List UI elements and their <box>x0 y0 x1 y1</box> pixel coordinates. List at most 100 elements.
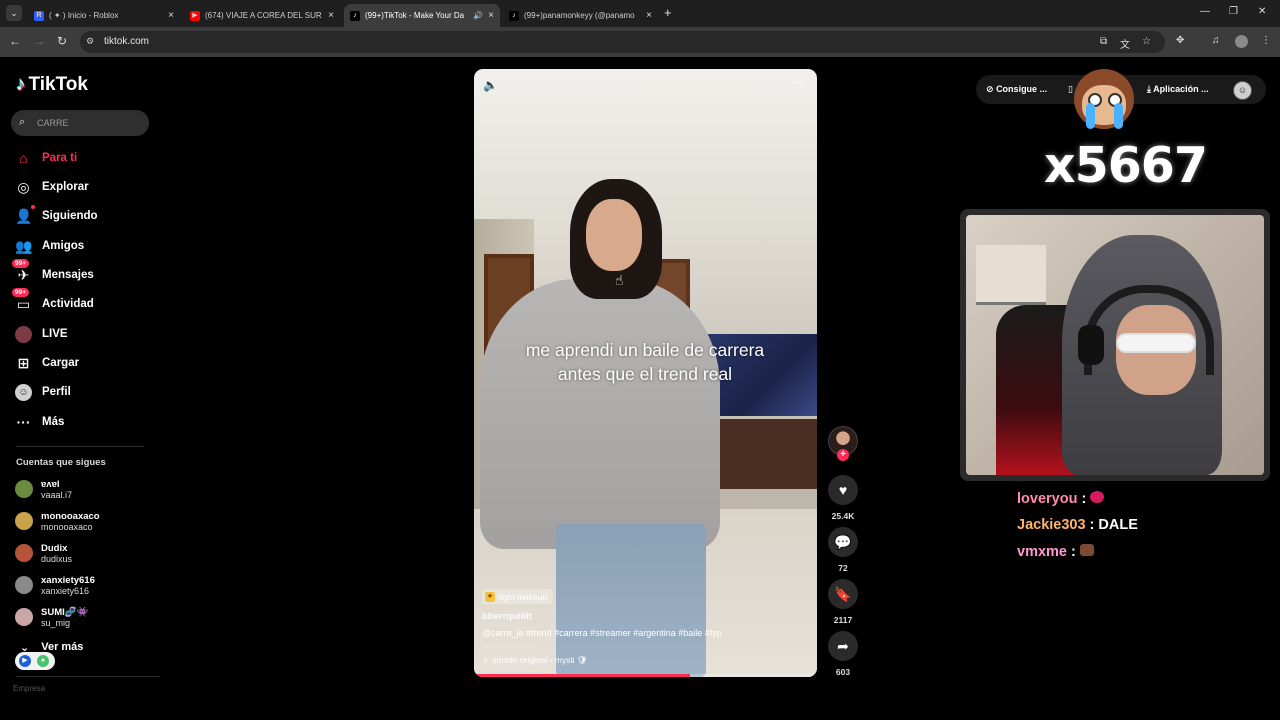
extension-status-icon[interactable]: ● <box>37 655 49 667</box>
close-tab-icon[interactable]: × <box>488 10 494 21</box>
user-avatar[interactable]: ☺ <box>1233 81 1252 100</box>
media-controls-icon[interactable]: ♫ <box>1212 35 1220 46</box>
translate-link[interactable]: Ver traducción <box>482 641 536 651</box>
forward-icon[interactable]: → <box>33 34 45 48</box>
new-tab-button[interactable]: + <box>664 5 672 20</box>
browser-menu-icon[interactable]: ⋮ <box>1261 35 1271 46</box>
crying-monkey-emote <box>1060 67 1148 137</box>
close-window-icon[interactable]: ✕ <box>1258 6 1266 17</box>
nav-para-ti[interactable]: ⌂ Para ti <box>15 147 77 169</box>
share-arrow-icon[interactable]: ➦ <box>828 631 858 661</box>
company-section-label: Empresa <box>13 684 46 693</box>
tab-search-chevron-icon[interactable]: ⌄ <box>6 5 22 21</box>
minimize-icon[interactable]: — <box>1200 6 1210 17</box>
volume-icon[interactable]: 🔈 <box>483 78 498 92</box>
like-count: 25.4K <box>831 511 855 521</box>
following-account[interactable]: SUMI🧬👾 su_mig <box>15 604 88 630</box>
search-value: CARRE <box>37 118 69 128</box>
restore-icon[interactable]: ❐ <box>1229 6 1238 17</box>
like-heart-icon[interactable]: ♥ <box>828 475 858 505</box>
install-app-icon[interactable]: ⧉ <box>1100 36 1107 47</box>
following-account[interactable]: ɐʌɐl vaaal.i7 <box>15 476 72 502</box>
nav-actividad[interactable]: ▭ 99+ Actividad <box>12 287 94 315</box>
video-caption-overlay: me aprendi un baile de carrera antes que… <box>525 340 765 384</box>
more-options-icon[interactable]: ··· <box>792 75 805 90</box>
sound-link[interactable]: ♫ sonido original - mysti 🛡 <box>482 655 588 666</box>
avatar <box>15 544 33 562</box>
account-username: Dudix <box>41 542 68 554</box>
brand-name: TikTok <box>28 74 88 95</box>
browser-profile-avatar[interactable] <box>1235 35 1248 48</box>
music-note-icon: ♫ <box>482 655 489 665</box>
search-icon: ⌕ <box>19 116 26 128</box>
nav-label: Actividad <box>42 298 94 310</box>
tiktok-note-icon: ♪ <box>16 74 26 95</box>
following-account[interactable]: Dudix dudixus <box>15 540 72 566</box>
tiktok-favicon-icon: ♪ <box>350 10 360 21</box>
comment-icon[interactable]: 💬 <box>828 527 858 557</box>
video-scene <box>586 199 642 271</box>
nav-amigos[interactable]: 👥 Amigos <box>15 235 84 257</box>
search-input[interactable]: ⌕ CARRE <box>11 110 149 136</box>
hand-cursor-icon: ☝ <box>615 272 624 288</box>
tiktok-logo[interactable]: ♪ TikTok <box>16 74 88 96</box>
account-username: monooaxaco <box>41 510 100 522</box>
activity-icon: ▭ 99+ <box>12 287 32 313</box>
close-tab-icon[interactable]: × <box>328 10 334 21</box>
close-tab-icon[interactable]: × <box>168 10 174 21</box>
download-app-button[interactable]: ⤓ Aplicación ... <box>1147 84 1209 95</box>
reload-icon[interactable]: ↻ <box>57 34 67 48</box>
floating-extension-pill[interactable]: ▶ ● <box>15 652 55 670</box>
browser-tab[interactable]: ▶ (674) VIAJE A COREA DEL SUR ( × <box>184 4 340 27</box>
tab-title: ( ✦ ) Inicio - Roblox <box>49 11 119 20</box>
following-account[interactable]: xanxiety616 xanxiety616 <box>15 572 95 598</box>
browser-tab[interactable]: ♪ (99+)panamonkeyy (@panamo × <box>503 4 658 27</box>
address-bar[interactable]: ⚙ tiktok.com ⧉ 文 ☆ <box>80 31 1165 53</box>
nav-siguiendo[interactable]: 👤 Siguiendo <box>15 204 98 227</box>
nav-label: Explorar <box>42 181 89 193</box>
video-description: @carre_je #trend #carrera #streamer #arg… <box>482 628 722 638</box>
nav-label: Cargar <box>42 357 80 369</box>
nav-live[interactable]: LIVE <box>15 323 68 345</box>
nav-perfil[interactable]: ☺ Perfil <box>15 381 71 403</box>
account-handle: xanxiety616 <box>41 585 90 596</box>
avatar <box>15 576 33 594</box>
following-section-title: Cuentas que sigues <box>16 457 106 468</box>
tab-audio-icon[interactable]: 🔊 <box>473 11 483 20</box>
nav-mensajes[interactable]: ✈ 99+ Mensajes <box>12 258 94 286</box>
effect-tag-pill[interactable]: ★ light makeup <box>482 589 554 604</box>
nav-cargar[interactable]: ⊞ Cargar <box>15 352 79 374</box>
live-icon <box>15 325 32 343</box>
nav-mas[interactable]: ··· Más <box>15 411 65 433</box>
video-author[interactable]: bberrquiiitt <box>482 611 532 622</box>
webcam-feed <box>966 215 1264 475</box>
avatar <box>15 480 33 498</box>
upload-icon: ⊞ <box>17 354 30 371</box>
get-coins-button[interactable]: ⊘ Consigue ... <box>986 84 1047 95</box>
video-progress-bar[interactable] <box>474 674 817 677</box>
play-extension-icon[interactable]: ▶ <box>19 655 31 667</box>
bookmark-star-icon[interactable]: ☆ <box>1142 36 1151 47</box>
translate-icon[interactable]: 文 <box>1120 36 1130 51</box>
bookmark-icon[interactable]: 🔖 <box>828 579 858 609</box>
tab-title: (99+)TikTok - Make Your Da <box>365 11 465 20</box>
account-handle: vaaal.i7 <box>41 489 73 500</box>
account-handle: dudixus <box>41 553 73 564</box>
extensions-icon[interactable]: ✥ <box>1176 35 1184 46</box>
video-scene <box>480 279 720 549</box>
site-info-icon[interactable]: ⚙ <box>86 36 94 47</box>
back-icon[interactable]: ← <box>9 34 21 48</box>
video-player[interactable]: 🔈 ··· me aprendi un baile de carrera ant… <box>474 69 817 677</box>
monkey-tear <box>1086 103 1095 129</box>
chat-username: Jackie303 <box>1017 517 1086 533</box>
browser-tab[interactable]: R ( ✦ ) Inicio - Roblox × <box>28 4 180 27</box>
download-app-label: Aplicación ... <box>1153 84 1209 94</box>
following-account[interactable]: monooaxaco monooaxaco <box>15 508 100 534</box>
follow-plus-icon[interactable]: + <box>837 449 849 461</box>
coin-icon: ⊘ <box>986 84 994 94</box>
nav-explorar[interactable]: ◎ Explorar <box>15 176 89 198</box>
avatar <box>15 512 33 530</box>
browser-tab-active[interactable]: ♪ (99+)TikTok - Make Your Da 🔊 × <box>344 4 500 27</box>
close-tab-icon[interactable]: × <box>646 10 652 21</box>
monkey-tear <box>1114 103 1123 129</box>
